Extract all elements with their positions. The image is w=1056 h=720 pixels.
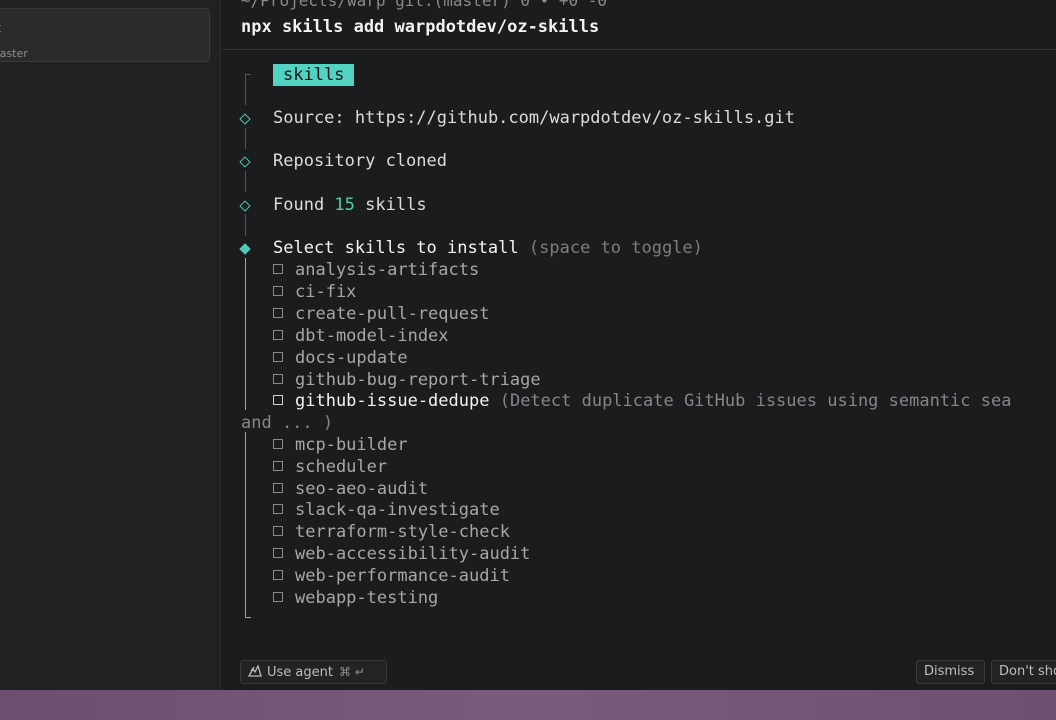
source-line: Source: https://github.com/warpdotdev/oz… bbox=[273, 107, 795, 129]
skill-option-label: scheduler bbox=[295, 457, 388, 477]
skill-option[interactable]: scheduler bbox=[273, 456, 387, 478]
skill-option-hint: (Detect duplicate GitHub issues using se… bbox=[499, 391, 1012, 411]
skill-option[interactable]: dbt-model-index bbox=[273, 325, 449, 347]
use-agent-button[interactable]: Use agent ⌘ ↵ bbox=[240, 660, 387, 684]
skill-option-label: github-bug-report-triage bbox=[295, 370, 541, 390]
prompt-path: ~/Projects/warp git:(master) 0 • +0 -0 bbox=[241, 0, 608, 10]
skill-option-label: slack-qa-investigate bbox=[295, 500, 500, 520]
skill-option-label: webapp-testing bbox=[295, 588, 439, 608]
skill-option[interactable]: github-bug-report-triage bbox=[273, 369, 541, 391]
bottom-action-bar: Use agent ⌘ ↵ Dismiss Don't show bbox=[222, 656, 1056, 690]
skill-option-hint-wrap: and ... ) bbox=[241, 413, 334, 433]
rail-segment bbox=[245, 171, 246, 192]
diamond-filled-icon bbox=[239, 243, 251, 255]
checkbox-icon[interactable] bbox=[273, 483, 283, 493]
block-divider bbox=[222, 49, 1056, 50]
skill-option[interactable]: create-pull-request bbox=[273, 303, 489, 325]
rail-segment-active bbox=[245, 432, 246, 618]
skill-option-label: web-performance-audit bbox=[295, 566, 510, 586]
app-window: x master ~/Projects/warp git:(master) 0 … bbox=[0, 0, 1056, 720]
select-prompt: Select skills to install bbox=[273, 238, 519, 258]
checkbox-icon[interactable] bbox=[273, 352, 283, 362]
checkbox-icon[interactable] bbox=[273, 264, 283, 274]
checkbox-icon[interactable] bbox=[273, 308, 283, 318]
dismiss-button[interactable]: Dismiss bbox=[916, 660, 985, 684]
skill-option-label: terraform-style-check bbox=[295, 522, 510, 542]
skill-option-active[interactable]: github-issue-dedupe (Detect duplicate Gi… bbox=[273, 390, 1011, 412]
skill-option-label: docs-update bbox=[295, 348, 408, 368]
session-card[interactable]: x master bbox=[0, 8, 210, 62]
skill-option[interactable]: seo-aeo-audit bbox=[273, 478, 428, 500]
checkbox-icon[interactable] bbox=[273, 461, 283, 471]
skill-option[interactable]: web-performance-audit bbox=[273, 565, 510, 587]
agent-icon bbox=[248, 665, 262, 677]
use-agent-label: Use agent bbox=[267, 665, 333, 680]
skill-option-label: dbt-model-index bbox=[295, 326, 449, 346]
skill-option-label: seo-aeo-audit bbox=[295, 479, 429, 499]
dont-show-button[interactable]: Don't show bbox=[991, 660, 1056, 684]
desktop-background-strip bbox=[0, 690, 1056, 720]
cloned-line: Repository cloned bbox=[273, 151, 447, 171]
skill-option-label: analysis-artifacts bbox=[295, 260, 480, 280]
checkbox-icon[interactable] bbox=[273, 526, 283, 536]
skill-option-label: web-accessibility-audit bbox=[295, 544, 531, 564]
source-url[interactable]: https://github.com/warpdotdev/oz-skills.… bbox=[355, 108, 795, 128]
rail-segment bbox=[245, 128, 246, 149]
skill-option-label: create-pull-request bbox=[295, 304, 490, 324]
skill-option[interactable]: analysis-artifacts bbox=[273, 259, 479, 281]
skills-badge: skills bbox=[273, 64, 355, 86]
checkbox-icon[interactable] bbox=[273, 548, 283, 558]
session-branch: master bbox=[0, 47, 28, 60]
rail-segment bbox=[245, 214, 246, 236]
skill-option[interactable]: slack-qa-investigate bbox=[273, 499, 500, 521]
skill-option[interactable]: webapp-testing bbox=[273, 587, 438, 609]
checkbox-icon[interactable] bbox=[273, 570, 283, 580]
rail-segment-active bbox=[245, 258, 246, 410]
select-prompt-line: Select skills to install (space to toggl… bbox=[273, 237, 703, 259]
checkbox-icon[interactable] bbox=[273, 330, 283, 340]
found-prefix: Found bbox=[273, 195, 335, 215]
sidebar: x master bbox=[0, 0, 221, 690]
diamond-icon bbox=[239, 113, 251, 125]
checkbox-icon[interactable] bbox=[273, 592, 283, 602]
diamond-icon bbox=[239, 200, 251, 212]
select-hint: (space to toggle) bbox=[528, 238, 703, 258]
skill-option[interactable]: web-accessibility-audit bbox=[273, 543, 530, 565]
skill-option[interactable]: terraform-style-check bbox=[273, 521, 510, 543]
found-suffix: skills bbox=[354, 195, 427, 215]
checkbox-icon[interactable] bbox=[273, 374, 283, 384]
checkbox-icon[interactable] bbox=[273, 395, 283, 405]
skill-option-label: github-issue-dedupe bbox=[295, 391, 490, 411]
use-agent-shortcut: ⌘ ↵ bbox=[338, 665, 365, 679]
rail-corner bbox=[245, 74, 251, 75]
terminal-pane[interactable]: ~/Projects/warp git:(master) 0 • +0 -0 n… bbox=[222, 0, 1056, 690]
skill-option[interactable]: ci-fix bbox=[273, 281, 356, 303]
rail-segment bbox=[245, 74, 246, 105]
found-line: Found 15 skills bbox=[273, 194, 427, 216]
diamond-icon bbox=[239, 156, 251, 168]
command-line: npx skills add warpdotdev/oz-skills bbox=[241, 17, 600, 37]
checkbox-icon[interactable] bbox=[273, 504, 283, 514]
checkbox-icon[interactable] bbox=[273, 439, 283, 449]
checkbox-icon[interactable] bbox=[273, 286, 283, 296]
found-count: 15 bbox=[334, 195, 355, 215]
skill-option[interactable]: mcp-builder bbox=[273, 434, 408, 456]
skill-option[interactable]: docs-update bbox=[273, 347, 408, 369]
session-title: x bbox=[0, 21, 15, 35]
skill-option-label: ci-fix bbox=[295, 282, 357, 302]
rail-corner-bottom bbox=[245, 617, 251, 618]
source-label: Source: bbox=[273, 108, 355, 128]
skill-option-label: mcp-builder bbox=[295, 435, 408, 455]
